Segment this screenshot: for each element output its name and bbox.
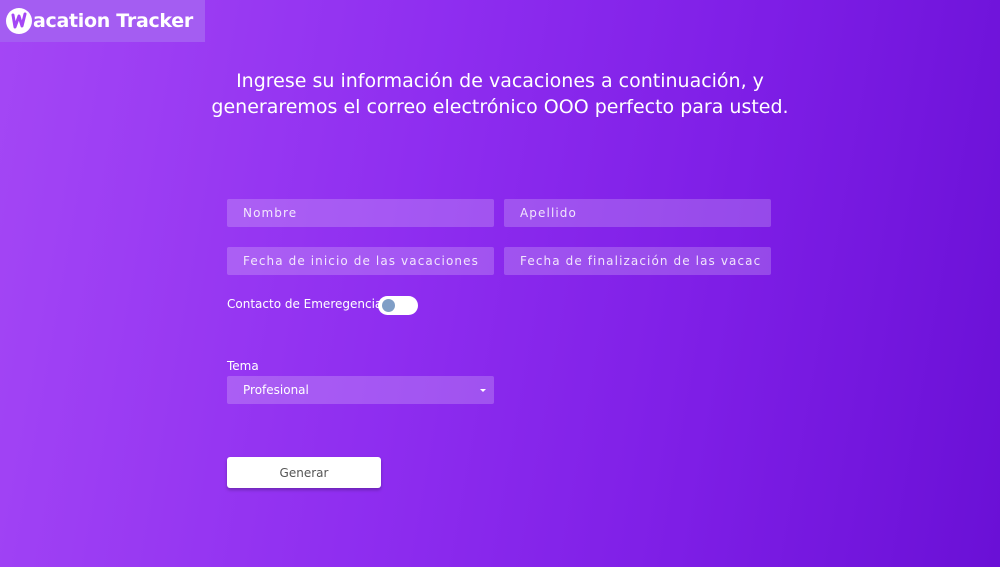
page-headline: Ingrese su información de vacaciones a c… (211, 70, 789, 118)
theme-select[interactable]: Profesional (227, 376, 494, 404)
toggle-knob (382, 299, 395, 312)
generate-button[interactable]: Generar (227, 457, 381, 488)
theme-selected-value: Profesional (243, 383, 309, 397)
app-title: acation Tracker (33, 10, 193, 32)
last-name-input[interactable]: Apellido (504, 199, 771, 227)
emergency-contact-toggle[interactable] (378, 296, 418, 315)
app-logo[interactable]: acation Tracker (0, 0, 205, 42)
emergency-contact-label: Contacto de Emeregencia (227, 297, 383, 311)
theme-label: Tema (227, 359, 259, 373)
caret-down-icon (480, 388, 486, 392)
vacation-end-date-input[interactable]: Fecha de finalización de las vacac (504, 247, 771, 275)
v-logo-icon (6, 8, 32, 34)
vacation-start-date-input[interactable]: Fecha de inicio de las vacaciones (227, 247, 494, 275)
first-name-input[interactable]: Nombre (227, 199, 494, 227)
